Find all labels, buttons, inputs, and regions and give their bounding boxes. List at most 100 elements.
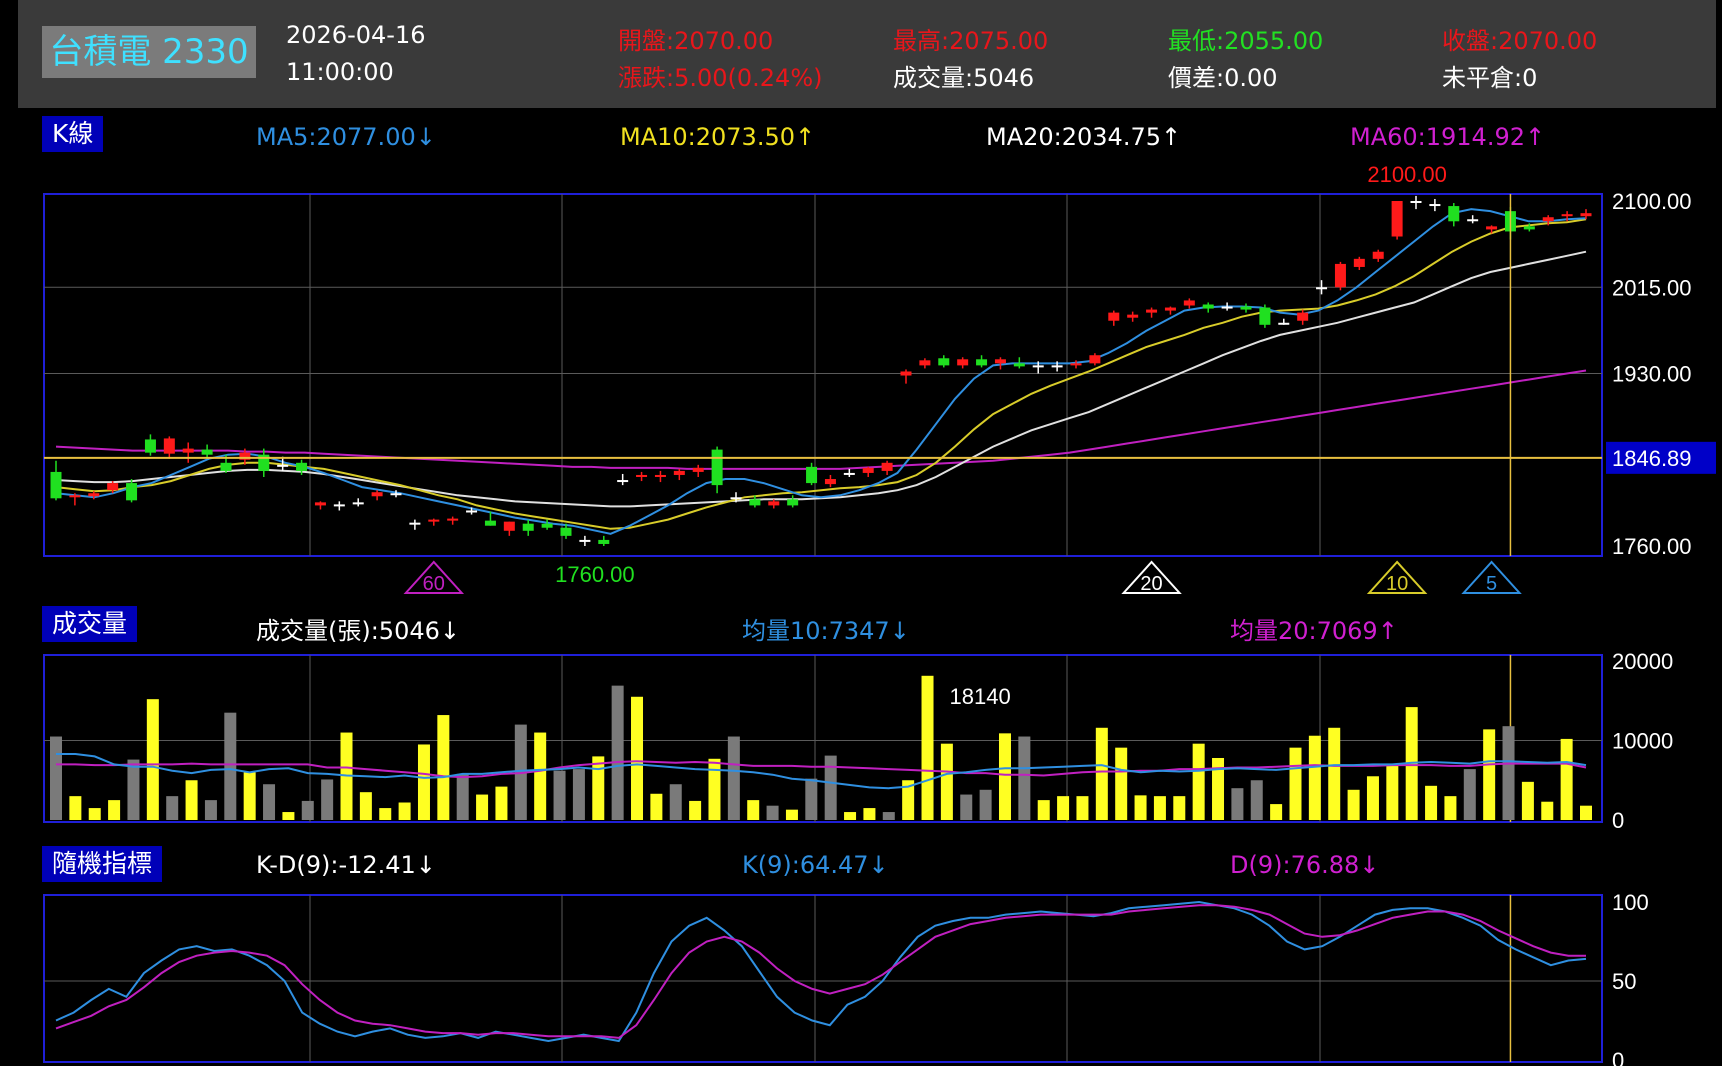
candle-body [1316, 287, 1328, 290]
volume-bar [708, 758, 721, 820]
volume-bar [263, 784, 276, 820]
candle-body [617, 480, 629, 483]
volume-y-tick: 0 [1612, 808, 1624, 833]
candle-body [730, 497, 742, 500]
volume-bar [69, 796, 82, 820]
candle-body [994, 359, 1006, 364]
candle-body [1013, 363, 1025, 367]
candle-body [806, 466, 818, 484]
kline-frame [43, 193, 1603, 557]
candle-body [1523, 226, 1535, 230]
volume-bar [1347, 789, 1360, 820]
candle-body [1070, 363, 1082, 366]
candle-body [1334, 263, 1346, 288]
volume-bar [844, 812, 857, 820]
ma5-line [55, 208, 1587, 535]
volume-bar [108, 800, 121, 820]
candle-body [881, 462, 893, 471]
volume-bar [398, 802, 411, 820]
candle-body [277, 464, 289, 467]
volume-bar [1018, 736, 1031, 820]
volume-bar [553, 770, 566, 820]
candle-body [1259, 307, 1271, 325]
candle-body [447, 518, 459, 521]
volume-bar [824, 755, 837, 820]
candle-body [1580, 213, 1592, 217]
volume-bar [940, 743, 953, 820]
volume-bar [882, 812, 895, 820]
volume-bar [456, 773, 469, 820]
k-line [55, 900, 1587, 1043]
candle-body [201, 449, 213, 455]
volume-bar [185, 780, 198, 820]
candle-body [522, 523, 534, 531]
candle-body [220, 462, 232, 471]
ma-marker-label: 20 [1140, 573, 1162, 595]
candle-body [371, 492, 383, 497]
candle-body [1108, 312, 1120, 321]
volume-bar [1076, 796, 1089, 820]
candle-body [484, 520, 496, 526]
volume-bar [301, 800, 314, 820]
volume-bar [166, 796, 179, 820]
candle-body [144, 439, 156, 453]
candle-body [352, 502, 364, 505]
kd-y-tick: 100 [1612, 890, 1649, 915]
volume-y-tick: 10000 [1612, 729, 1673, 754]
volume-bar [1134, 795, 1147, 820]
volume-bar [1037, 800, 1050, 820]
volume-bar [359, 792, 372, 820]
volume-bar [1541, 801, 1554, 820]
volume-bar [204, 800, 217, 820]
candle-body [900, 371, 912, 376]
kd-y-tick: 0 [1612, 1048, 1624, 1066]
candle-body [843, 472, 855, 475]
volume-bar [689, 800, 702, 820]
candle-body [768, 501, 780, 506]
volume-bar [1250, 780, 1263, 820]
candle-body [1372, 251, 1384, 259]
candle-body [50, 471, 62, 499]
candle-body [1353, 258, 1365, 267]
candle-body [938, 358, 950, 366]
volume-bar [1173, 796, 1186, 820]
kline-y-tick: 2100.00 [1612, 189, 1692, 214]
volume-bar [1425, 785, 1438, 820]
volume-bar [1580, 805, 1592, 820]
candle-body [182, 448, 194, 453]
candle-body [749, 499, 761, 506]
high-price-label: 2100.00 [1367, 162, 1447, 187]
stock-chart[interactable]: 2100.00 1760.00 18140 2100.00 2015.00 1930.… [0, 0, 1722, 1066]
low-price-label: 1760.00 [555, 562, 635, 587]
candle-body [1429, 204, 1441, 207]
volume-bar [979, 789, 992, 820]
candle-body [107, 483, 119, 491]
candle-body [862, 467, 874, 473]
volume-bar [727, 736, 740, 820]
candle-body [1146, 309, 1158, 313]
candle-body [314, 502, 326, 506]
candle-body [1051, 365, 1063, 368]
volume-bar [921, 675, 934, 820]
candle-body [541, 523, 553, 528]
ma-marker-label: 10 [1386, 573, 1408, 595]
candle-body [163, 438, 175, 454]
volume-bar [747, 800, 760, 820]
candle-body [126, 483, 138, 501]
candle-body [333, 504, 345, 507]
volume-bar [1192, 743, 1205, 820]
volume-bar [1231, 788, 1244, 820]
volume-bar [1115, 747, 1128, 820]
cursor-price-label: 1846.89 [1612, 446, 1692, 471]
volume-bar [437, 715, 450, 820]
volume-bar [785, 809, 798, 820]
kd-frame [43, 894, 1603, 1063]
candle-body [560, 527, 572, 536]
candle-body [1297, 312, 1309, 321]
candle-body [976, 359, 988, 366]
volume-bar [1095, 727, 1108, 820]
candle-body [428, 519, 440, 522]
volume-bar [127, 759, 140, 820]
candle-body [1448, 206, 1460, 222]
candle-body [1089, 355, 1101, 364]
